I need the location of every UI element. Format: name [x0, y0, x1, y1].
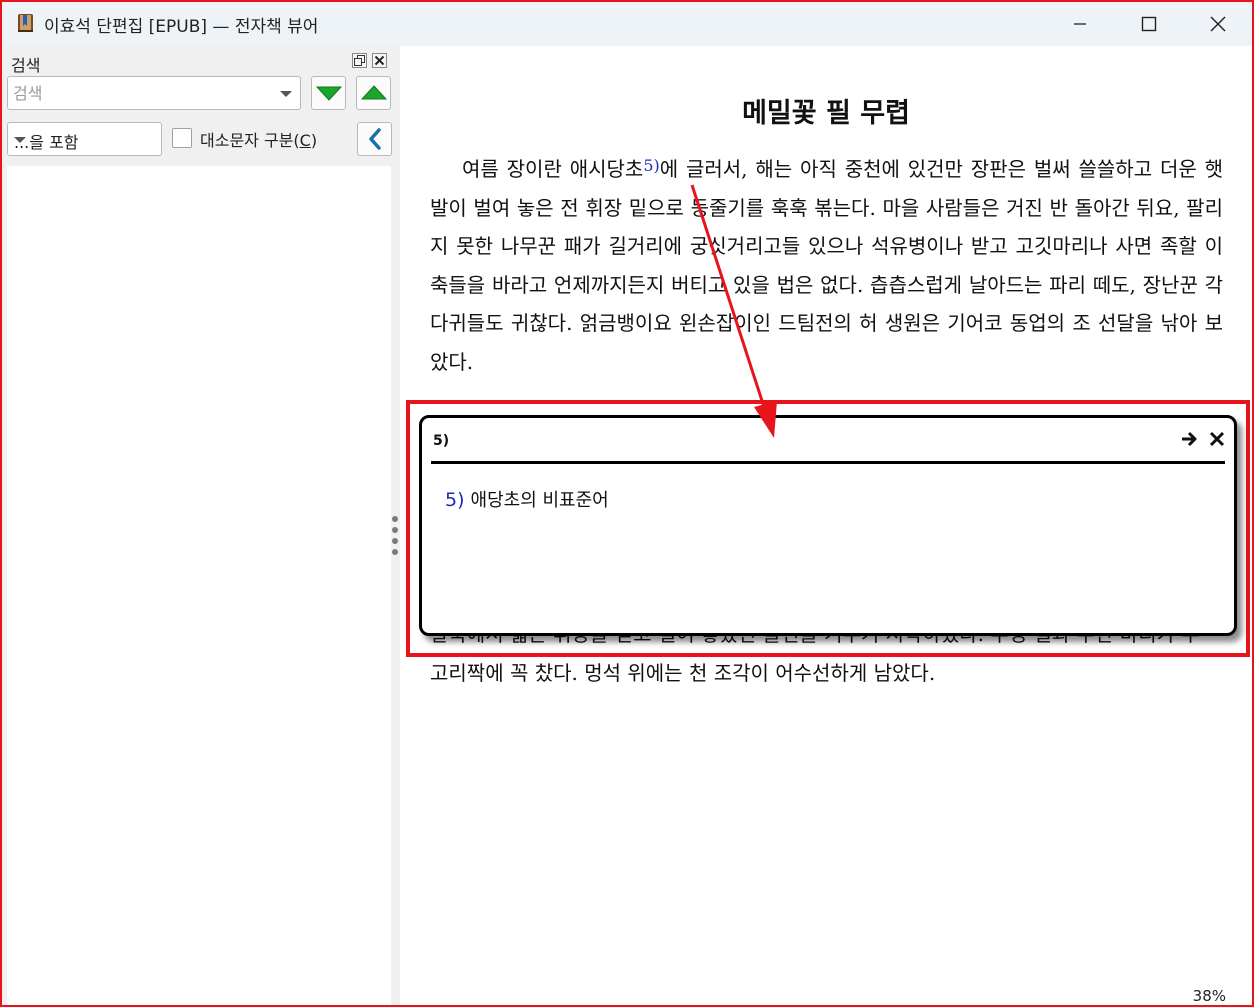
popup-divider [431, 461, 1225, 464]
restore-panel-icon [354, 55, 365, 66]
chevron-down-icon[interactable] [14, 137, 26, 143]
footnote-link[interactable]: 5) [643, 156, 659, 175]
collapse-left-icon [368, 128, 381, 150]
close-popup-button[interactable] [1208, 430, 1226, 452]
minimize-button[interactable] [1045, 2, 1115, 46]
restore-panel-button[interactable] [352, 53, 367, 68]
window-title: 이효석 단편집 [EPUB] — 전자책 뷰어 [44, 17, 319, 37]
search-next-button[interactable] [311, 76, 346, 110]
popup-title: 5) [433, 433, 450, 449]
chapter-title: 메밀꽃 필 무렵 [742, 98, 910, 129]
search-combobox[interactable] [7, 76, 301, 110]
footnote-text: 애당초의 비표준어 [470, 490, 609, 511]
case-sensitive-checkbox[interactable] [172, 128, 192, 148]
paragraph-text: 여름 장이란 애시당초 [462, 157, 644, 181]
case-label-text: 대소문자 구분( [200, 131, 300, 150]
close-window-button[interactable] [1183, 2, 1252, 46]
close-icon [1210, 16, 1226, 32]
close-panel-icon [374, 55, 385, 66]
footnote-number: 5) [445, 489, 465, 511]
search-previous-icon [360, 85, 387, 100]
search-panel-title: 검색 [11, 56, 41, 75]
minimize-icon [1074, 23, 1086, 25]
close-popup-icon [1209, 431, 1225, 447]
search-panel: 검색 ...을 포함 대소문자 구분(C) [2, 46, 400, 1005]
maximize-button[interactable] [1114, 2, 1184, 46]
title-bar: 이효석 단편집 [EPUB] — 전자책 뷰어 [2, 2, 1252, 46]
collapse-panel-button[interactable] [357, 122, 392, 156]
search-previous-button[interactable] [356, 76, 391, 110]
match-mode-select[interactable]: ...을 포함 [7, 122, 162, 156]
footnote-content: 5) 애당초의 비표준어 [445, 486, 609, 512]
app-window: 이효석 단편집 [EPUB] — 전자책 뷰어 검색 ... [0, 0, 1254, 1007]
case-label-mnemonic: C [299, 131, 311, 150]
close-panel-button[interactable] [372, 53, 387, 68]
footnote-popup[interactable]: 5) 5) 애당초의 비표준어 [419, 415, 1237, 636]
book-app-icon [16, 12, 36, 34]
case-sensitive-label[interactable]: 대소문자 구분(C) [200, 127, 317, 151]
search-next-icon [315, 86, 342, 101]
chevron-down-icon[interactable] [280, 91, 292, 97]
search-input[interactable] [8, 77, 270, 109]
paragraph-text: 에 글러서, 해는 아직 중천에 있건만 장판은 벌써 쓸쓸하고 더운 햇발이 … [430, 157, 1223, 374]
go-to-note-icon [1182, 431, 1197, 447]
maximize-icon [1141, 16, 1157, 32]
case-label-end: ) [310, 131, 318, 150]
search-results-list[interactable] [7, 166, 391, 1005]
reading-progress: 38% [1192, 987, 1226, 1005]
body-paragraph: 여름 장이란 애시당초5)에 글러서, 해는 아직 중천에 있건만 장판은 벌써… [430, 147, 1223, 382]
panel-splitter-handle[interactable] [390, 516, 400, 566]
go-to-note-button[interactable] [1180, 430, 1198, 452]
